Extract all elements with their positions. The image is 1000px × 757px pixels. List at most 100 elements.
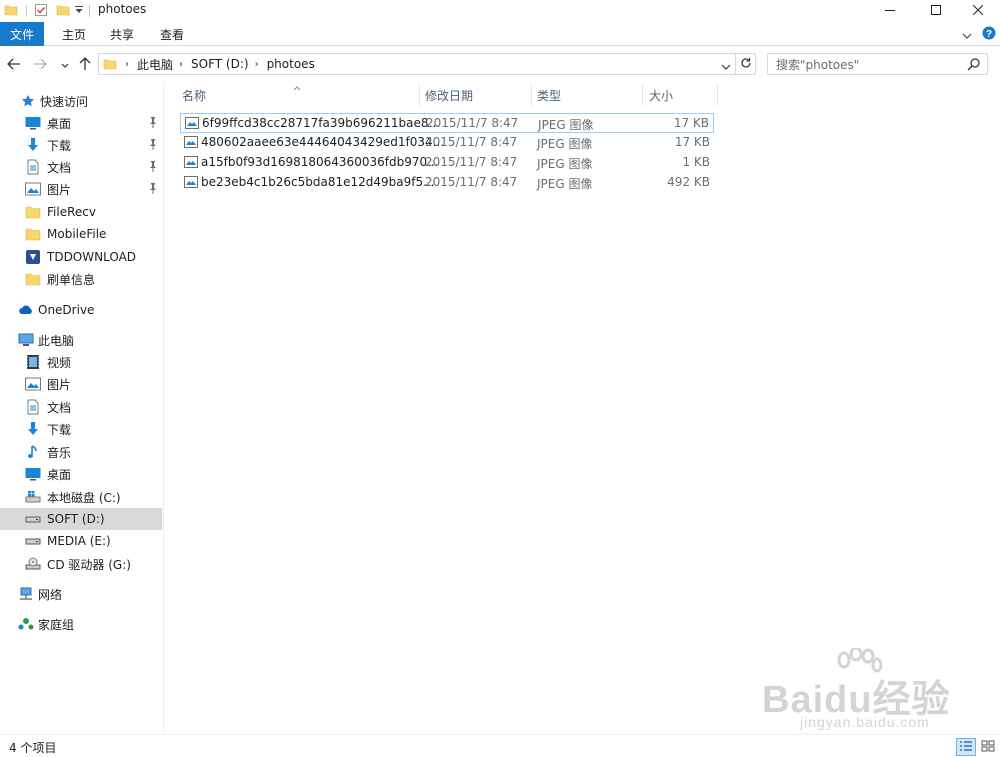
forward-arrow-icon	[33, 58, 47, 73]
close-icon	[972, 4, 984, 18]
column-header-type[interactable]: 类型	[537, 84, 561, 106]
back-arrow-icon	[7, 58, 21, 73]
chevron-right-icon: ›	[125, 58, 129, 70]
nav-item-shuadan[interactable]: 刷单信息	[0, 268, 162, 290]
column-divider[interactable]	[642, 84, 643, 106]
large-icons-view-button[interactable]	[978, 738, 998, 756]
column-divider[interactable]	[419, 84, 420, 106]
folder-icon	[25, 226, 41, 242]
nav-item-pc-documents[interactable]: 文档	[0, 396, 162, 418]
nav-item-drive-c[interactable]: 本地磁盘 (C:)	[0, 486, 162, 508]
nav-homegroup[interactable]: 家庭组	[0, 613, 162, 635]
file-size: 17 KB	[674, 135, 710, 149]
address-bar[interactable]: › 此电脑 › SOFT (D:) › photoes	[98, 53, 736, 75]
column-divider[interactable]	[717, 84, 718, 106]
nav-item-drive-e[interactable]: MEDIA (E:)	[0, 530, 162, 552]
desktop-icon	[25, 115, 41, 131]
recent-locations-button[interactable]	[56, 56, 74, 74]
address-row: › 此电脑 › SOFT (D:) › photoes 搜索"photoes"	[0, 52, 1000, 78]
column-header-name[interactable]: 名称	[182, 84, 206, 106]
breadcrumb-this-pc[interactable]: 此电脑	[137, 56, 173, 73]
nav-item-desktop[interactable]: 桌面	[0, 112, 162, 134]
nav-item-drive-g[interactable]: CD 驱动器 (G:)	[0, 553, 162, 575]
item-count: 4 个项目	[9, 741, 57, 755]
tab-share[interactable]: 共享	[110, 22, 134, 46]
column-header-date[interactable]: 修改日期	[425, 84, 473, 106]
search-icon	[967, 57, 981, 74]
forward-button[interactable]	[31, 56, 49, 74]
pin-icon[interactable]	[148, 182, 158, 197]
up-arrow-icon	[79, 56, 91, 74]
network-icon	[18, 586, 34, 602]
new-folder-icon[interactable]	[56, 3, 70, 20]
drive-icon	[25, 533, 41, 549]
expand-ribbon-chevron-icon[interactable]	[962, 29, 972, 43]
nav-item-filerecv[interactable]: FileRecv	[0, 201, 162, 223]
jpeg-file-icon	[184, 156, 198, 171]
title-bar: photoes	[0, 0, 1000, 22]
column-header-size[interactable]: 大小	[649, 84, 673, 106]
minimize-button[interactable]	[868, 0, 912, 22]
nav-label: 本地磁盘 (C:)	[47, 490, 121, 505]
maximize-button[interactable]	[914, 0, 958, 22]
nav-this-pc[interactable]: 此电脑	[0, 329, 162, 351]
nav-network[interactable]: 网络	[0, 583, 162, 605]
nav-item-drive-d[interactable]: SOFT (D:)	[0, 508, 162, 530]
refresh-button[interactable]	[736, 53, 756, 75]
address-dropdown-icon[interactable]	[721, 60, 731, 74]
search-placeholder: 搜索"photoes"	[776, 57, 860, 72]
nav-item-downloads[interactable]: 下载	[0, 134, 162, 156]
file-type: JPEG 图像	[537, 157, 593, 171]
sort-ascending-icon	[293, 80, 301, 94]
file-row[interactable]: 480602aaee63e44464043429ed1f034... 2015/…	[180, 133, 714, 153]
chevron-right-icon: ›	[179, 58, 184, 70]
pin-icon[interactable]	[148, 160, 158, 175]
nav-item-pc-downloads[interactable]: 下载	[0, 418, 162, 440]
breadcrumb-soft-drive[interactable]: SOFT (D:)	[191, 57, 249, 71]
details-view-button[interactable]	[956, 738, 976, 756]
document-icon	[25, 159, 41, 175]
search-input[interactable]: 搜索"photoes"	[767, 53, 988, 75]
pin-icon[interactable]	[148, 138, 158, 153]
nav-item-pictures[interactable]: 图片	[0, 178, 162, 200]
tab-home[interactable]: 主页	[62, 22, 86, 46]
help-icon[interactable]: ?	[982, 26, 996, 43]
file-row[interactable]: be23eb4c1b26c5bda81e12d49ba9f5... 2015/1…	[180, 173, 714, 193]
pictures-icon	[25, 181, 41, 197]
nav-item-pc-desktop[interactable]: 桌面	[0, 463, 162, 485]
nav-label: 下载	[47, 422, 72, 437]
back-button[interactable]	[5, 56, 23, 74]
properties-checkmark-icon[interactable]	[34, 3, 48, 20]
tab-file[interactable]: 文件	[0, 22, 44, 46]
customize-toolbar-dropdown-icon[interactable]	[74, 4, 84, 19]
drive-icon	[25, 511, 41, 527]
nav-item-videos[interactable]: 视频	[0, 351, 162, 373]
nav-label: SOFT (D:)	[47, 512, 105, 526]
nav-item-music[interactable]: 音乐	[0, 441, 162, 463]
download-icon	[25, 421, 41, 437]
up-button[interactable]	[76, 56, 94, 74]
jpeg-file-icon	[184, 176, 198, 191]
column-divider[interactable]	[531, 84, 532, 106]
file-row[interactable]: 6f99ffcd38cc28717fa39b696211bae8... 2015…	[180, 113, 714, 133]
nav-item-pc-pictures[interactable]: 图片	[0, 373, 162, 395]
file-type: JPEG 图像	[537, 177, 593, 191]
nav-item-mobilefile[interactable]: MobileFile	[0, 223, 162, 245]
tab-view[interactable]: 查看	[160, 22, 184, 46]
nav-item-tddownload[interactable]: TDDOWNLOAD	[0, 246, 162, 268]
breadcrumb-photoes[interactable]: photoes	[267, 57, 315, 71]
nav-item-documents[interactable]: 文档	[0, 156, 162, 178]
file-date: 2015/11/7 8:47	[425, 135, 518, 149]
jpeg-file-icon	[184, 136, 198, 151]
cd-drive-icon	[25, 556, 41, 572]
close-button[interactable]	[956, 0, 1000, 22]
nav-onedrive[interactable]: OneDrive	[0, 299, 162, 321]
nav-quick-access[interactable]: 快速访问	[0, 90, 162, 112]
large-icons-view-icon	[981, 740, 995, 755]
nav-label: TDDOWNLOAD	[47, 250, 137, 264]
pin-icon[interactable]	[148, 116, 158, 131]
nav-label: FileRecv	[47, 205, 96, 219]
file-row[interactable]: a15fb0f93d169818064360036fdb970... 2015/…	[180, 153, 714, 173]
tddownload-folder-icon	[25, 249, 41, 265]
nav-label: 图片	[47, 182, 72, 197]
